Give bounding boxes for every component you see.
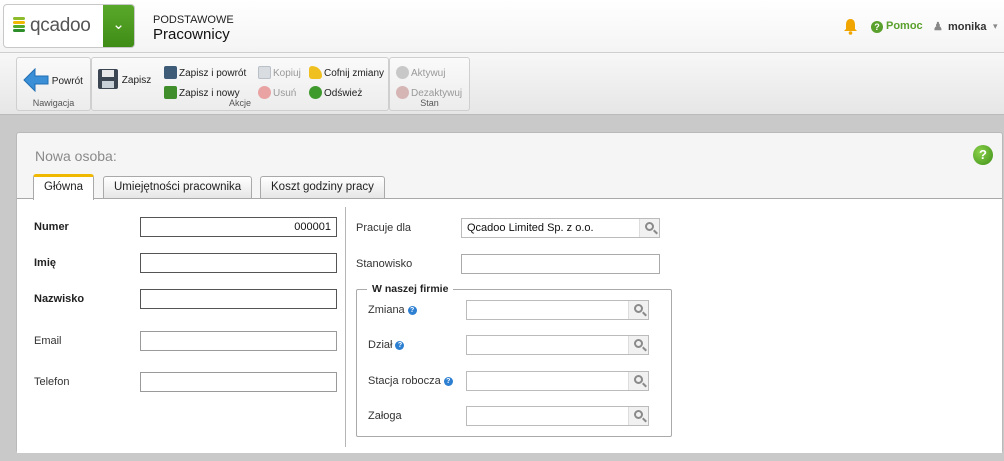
search-icon <box>634 339 643 348</box>
shift-label: Zmiana? <box>368 304 417 316</box>
ribbon-group-label: Akcje <box>228 98 251 108</box>
last-name-label: Nazwisko <box>34 293 85 305</box>
workstation-label: Stacja robocza? <box>368 375 453 387</box>
help-label: Pomoc <box>886 20 923 32</box>
save-back-label: Zapisz i powrót <box>179 68 247 79</box>
user-menu[interactable]: ♟ monika <box>933 20 986 33</box>
crew-search-button[interactable] <box>628 407 648 425</box>
shift-search-button[interactable] <box>628 301 648 319</box>
search-icon <box>645 222 654 231</box>
company-fieldset: W naszej firmie Zmiana? Dział? Stacja ro… <box>356 283 672 437</box>
works-for-value: Qcadoo Limited Sp. z o.o. <box>467 222 594 234</box>
save-label: Zapisz <box>121 75 152 86</box>
copy-icon <box>258 66 271 79</box>
save-button[interactable]: Zapisz <box>97 68 151 90</box>
works-for-label: Pracuje dla <box>356 222 412 234</box>
position-field[interactable] <box>461 254 660 274</box>
division-lookup[interactable] <box>466 335 649 355</box>
works-for-search-button[interactable] <box>639 219 659 237</box>
phone-label: Telefon <box>34 376 70 388</box>
page-title: Pracownicy <box>153 26 230 43</box>
info-icon[interactable]: ? <box>407 306 417 315</box>
form-help-icon[interactable]: ? <box>973 145 993 165</box>
undo-arrow-icon <box>309 66 322 79</box>
position-label: Stanowisko <box>356 258 413 270</box>
ribbon-group-actions: Zapisz Zapisz i powrót Zapisz i nowy Kop… <box>91 57 389 111</box>
shift-label-text: Zmiana <box>368 304 405 316</box>
save-back-icon <box>164 66 177 79</box>
ribbon-group-label: Stan <box>420 98 439 108</box>
top-bar: qcadoo ⌄ PODSTAWOWE Pracownicy ? Pomoc ♟ … <box>0 0 1004 53</box>
division-label-text: Dział <box>368 339 393 351</box>
last-name-field[interactable] <box>140 289 337 309</box>
info-icon[interactable]: ? <box>395 341 405 350</box>
undo-changes-button[interactable]: Cofnij zmiany <box>309 66 384 79</box>
first-name-field[interactable] <box>140 253 337 273</box>
user-icon: ♟ <box>933 21 943 33</box>
bell-icon[interactable] <box>843 18 858 35</box>
tab-employee-skills[interactable]: Umiejętności pracownika <box>103 176 253 198</box>
division-label: Dział? <box>368 339 405 351</box>
chevron-down-icon: ⌄ <box>112 16 125 33</box>
breadcrumb-section: PODSTAWOWE <box>153 14 234 26</box>
ribbon-toolbar: Powrót Nawigacja Zapisz Zapisz i powrót … <box>0 53 1004 115</box>
email-label: Email <box>34 335 62 347</box>
tab-content: Numer 000001 Imię Nazwisko Email Telefon… <box>17 198 1002 453</box>
works-for-lookup[interactable]: Qcadoo Limited Sp. z o.o. <box>461 218 660 238</box>
arrow-left-icon <box>23 67 49 93</box>
ribbon-group-navigation: Powrót Nawigacja <box>16 57 91 111</box>
form-panel: Nowa osoba: ? Główna Umiejętności pracow… <box>16 132 1003 453</box>
number-label: Numer <box>34 221 69 233</box>
menu-dropdown-button[interactable]: ⌄ <box>103 5 134 47</box>
help-link[interactable]: ? Pomoc <box>871 20 923 33</box>
copy-button[interactable]: Kopiuj <box>258 66 301 79</box>
help-icon: ? <box>871 21 883 33</box>
workstation-label-text: Stacja robocza <box>368 375 441 387</box>
email-field[interactable] <box>140 331 337 351</box>
tab-hourly-cost[interactable]: Koszt godziny pracy <box>260 176 385 198</box>
form-title: Nowa osoba: <box>35 148 117 164</box>
logo-text: qcadoo <box>30 15 91 36</box>
workstation-lookup[interactable] <box>466 371 649 391</box>
back-button[interactable]: Powrót <box>23 67 83 93</box>
right-column: Pracuje dla Qcadoo Limited Sp. z o.o. St… <box>342 199 672 454</box>
crew-label: Załoga <box>368 410 402 422</box>
first-name-label: Imię <box>34 257 57 269</box>
division-search-button[interactable] <box>628 336 648 354</box>
search-icon <box>634 375 643 384</box>
workstation-search-button[interactable] <box>628 372 648 390</box>
company-legend: W naszej firmie <box>367 283 454 295</box>
search-icon <box>634 304 643 313</box>
ribbon-group-state: Aktywuj Dezaktywuj Stan <box>389 57 470 111</box>
copy-label: Kopiuj <box>273 68 301 79</box>
crew-lookup[interactable] <box>466 406 649 426</box>
number-field[interactable]: 000001 <box>140 217 337 237</box>
info-icon[interactable]: ? <box>443 377 453 386</box>
shift-lookup[interactable] <box>466 300 649 320</box>
phone-field[interactable] <box>140 372 337 392</box>
tab-main[interactable]: Główna <box>33 174 94 200</box>
floppy-disk-icon <box>98 69 118 89</box>
app-logo[interactable]: qcadoo ⌄ <box>3 4 135 48</box>
user-caret-icon[interactable]: ▾ <box>993 21 998 32</box>
logo-mark-icon <box>13 17 25 37</box>
activate-icon <box>396 66 409 79</box>
save-and-back-button[interactable]: Zapisz i powrót <box>164 66 246 79</box>
activate-button[interactable]: Aktywuj <box>396 66 445 79</box>
ribbon-group-label: Nawigacja <box>32 98 75 108</box>
search-icon <box>634 410 643 419</box>
undo-label: Cofnij zmiany <box>324 68 385 79</box>
user-name: monika <box>947 21 987 33</box>
activate-label: Aktywuj <box>411 68 446 79</box>
back-label: Powrót <box>51 76 83 87</box>
